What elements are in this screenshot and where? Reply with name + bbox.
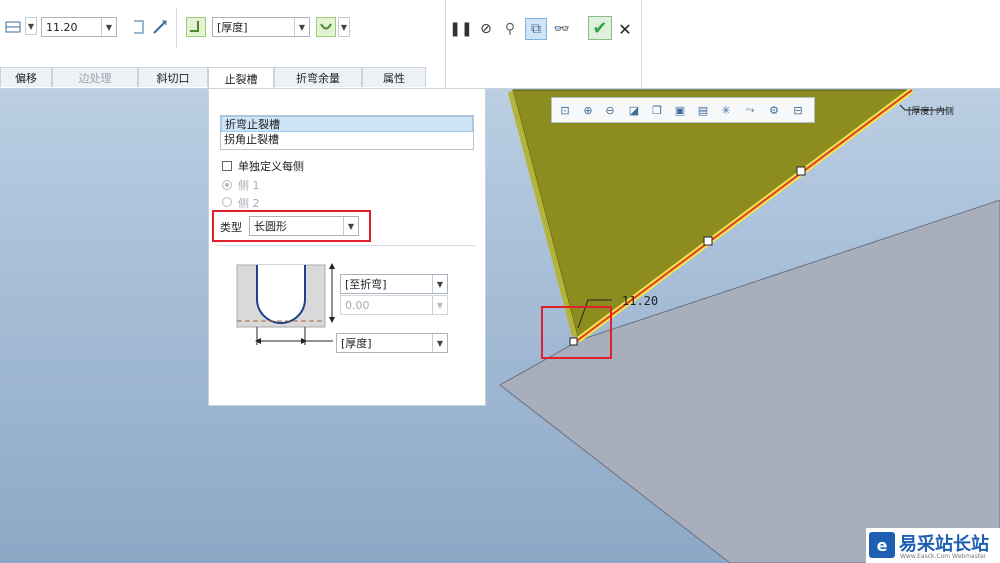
zoom-in-icon[interactable]: ⊕ — [580, 102, 596, 118]
chevron-down-icon[interactable]: ▼ — [432, 296, 447, 314]
relief-panel: 折弯止裂槽 拐角止裂槽 单独定义每侧 侧 1 侧 2 类型 长圆形 ▼ [至折弯… — [208, 88, 486, 406]
side2-label: 侧 2 — [238, 197, 260, 210]
tab-edge-treatment[interactable]: 边处理 — [52, 67, 138, 87]
side1-label: 侧 1 — [238, 179, 260, 192]
tab-relief[interactable]: 止裂槽 — [208, 67, 274, 89]
side1-radio[interactable] — [222, 180, 232, 190]
thickness-combo-value: [厚度] — [217, 21, 248, 34]
type-label: 类型 — [220, 221, 242, 234]
watermark: e 易采站长站 Www.Easck.Com Webmaster — [866, 528, 1000, 563]
thickness-combo[interactable]: [厚度] ▼ — [212, 17, 310, 37]
corner-handle — [569, 337, 578, 346]
tab-offset[interactable]: 偏移 — [0, 67, 52, 87]
view-toolbar: ⊡ ⊕ ⊖ ◪ ❒ ▣ ▤ ✳ ⤳ ⚙ ⊟ — [551, 97, 815, 123]
flip-side-icon[interactable] — [130, 17, 150, 37]
side2-radio[interactable] — [222, 197, 232, 207]
depth-select[interactable]: [至折弯] ▼ — [340, 274, 448, 294]
ribbon-divider — [641, 0, 642, 88]
chevron-down-icon[interactable]: ▼ — [432, 275, 447, 293]
define-each-side-label: 单独定义每侧 — [238, 160, 304, 173]
preview-mesh-icon[interactable]: ⚲ — [500, 19, 520, 39]
divider — [217, 245, 475, 246]
ribbon-divider — [445, 0, 446, 88]
width-value: 11.20 — [46, 20, 78, 34]
type-select[interactable]: 长圆形 ▼ — [249, 216, 359, 236]
flip-direction-icon[interactable] — [150, 17, 170, 37]
depth-select-value: [至折弯] — [345, 278, 387, 291]
repaint-icon[interactable]: ◪ — [626, 102, 642, 118]
relief-type-list[interactable]: 折弯止裂槽 拐角止裂槽 — [220, 115, 474, 150]
chevron-down-icon[interactable]: ▼ — [432, 334, 447, 352]
width-type-icon[interactable] — [3, 17, 23, 37]
appearance-icon[interactable]: ⊟ — [790, 102, 806, 118]
no-preview-icon[interactable]: ⊘ — [476, 19, 496, 39]
relief-diagram — [236, 263, 335, 345]
annotation-display-icon[interactable]: ⤳ — [742, 102, 758, 118]
define-each-side-checkbox[interactable] — [222, 161, 232, 171]
drag-handle — [796, 166, 806, 176]
edge-label: [厚度] 内侧 — [908, 107, 954, 117]
refit-icon[interactable]: ⊡ — [557, 102, 573, 118]
width-select[interactable]: [厚度] ▼ — [336, 333, 448, 353]
pause-icon[interactable]: ❚❚ — [449, 19, 472, 39]
chevron-down-icon[interactable]: ▼ — [294, 18, 309, 36]
watermark-subtitle: Www.Easck.Com Webmaster — [900, 553, 987, 560]
width-value-field[interactable]: 11.20 ▼ — [41, 17, 117, 37]
bend-profile-icon[interactable] — [316, 17, 336, 37]
display-style-icon[interactable]: ❒ — [649, 102, 665, 118]
list-item[interactable]: 折弯止裂槽 — [221, 116, 473, 132]
tab-properties[interactable]: 属性 — [362, 67, 426, 87]
zoom-out-icon[interactable]: ⊖ — [602, 102, 618, 118]
width-select-value: [厚度] — [341, 337, 372, 350]
chevron-down-icon[interactable]: ▼ — [343, 217, 358, 235]
toolbar-divider — [176, 8, 177, 48]
view-manager-icon[interactable]: ▤ — [695, 102, 711, 118]
datum-display-icon[interactable]: ✳ — [718, 102, 734, 118]
saved-orientation-icon[interactable]: ▣ — [672, 102, 688, 118]
tab-bend-allowance[interactable]: 折弯余量 — [274, 67, 362, 87]
type-select-value: 长圆形 — [254, 220, 287, 233]
width-type-dropdown-icon[interactable]: ▼ — [25, 17, 37, 35]
cancel-close-icon[interactable]: ✕ — [615, 19, 635, 39]
thickness-side-icon[interactable] — [186, 17, 206, 37]
list-item[interactable]: 拐角止裂槽 — [221, 132, 473, 148]
watermark-logo-icon: e — [869, 532, 895, 558]
accept-check-icon[interactable]: ✔ — [588, 16, 612, 40]
depth-value-field[interactable]: 0.00 ▼ — [340, 295, 448, 315]
depth-value: 0.00 — [345, 298, 370, 312]
preview-geometry-icon[interactable]: ⧉ — [525, 18, 547, 40]
drag-handle — [703, 236, 713, 246]
spin-center-icon[interactable]: ⚙ — [766, 102, 782, 118]
dimension-label[interactable]: 11.20 — [622, 294, 658, 308]
verify-glasses-icon[interactable]: 👓 — [552, 19, 572, 39]
tab-miter-cut[interactable]: 斜切口 — [138, 67, 208, 87]
bend-profile-dropdown-icon[interactable]: ▼ — [338, 17, 350, 37]
chevron-down-icon[interactable]: ▼ — [101, 18, 116, 36]
